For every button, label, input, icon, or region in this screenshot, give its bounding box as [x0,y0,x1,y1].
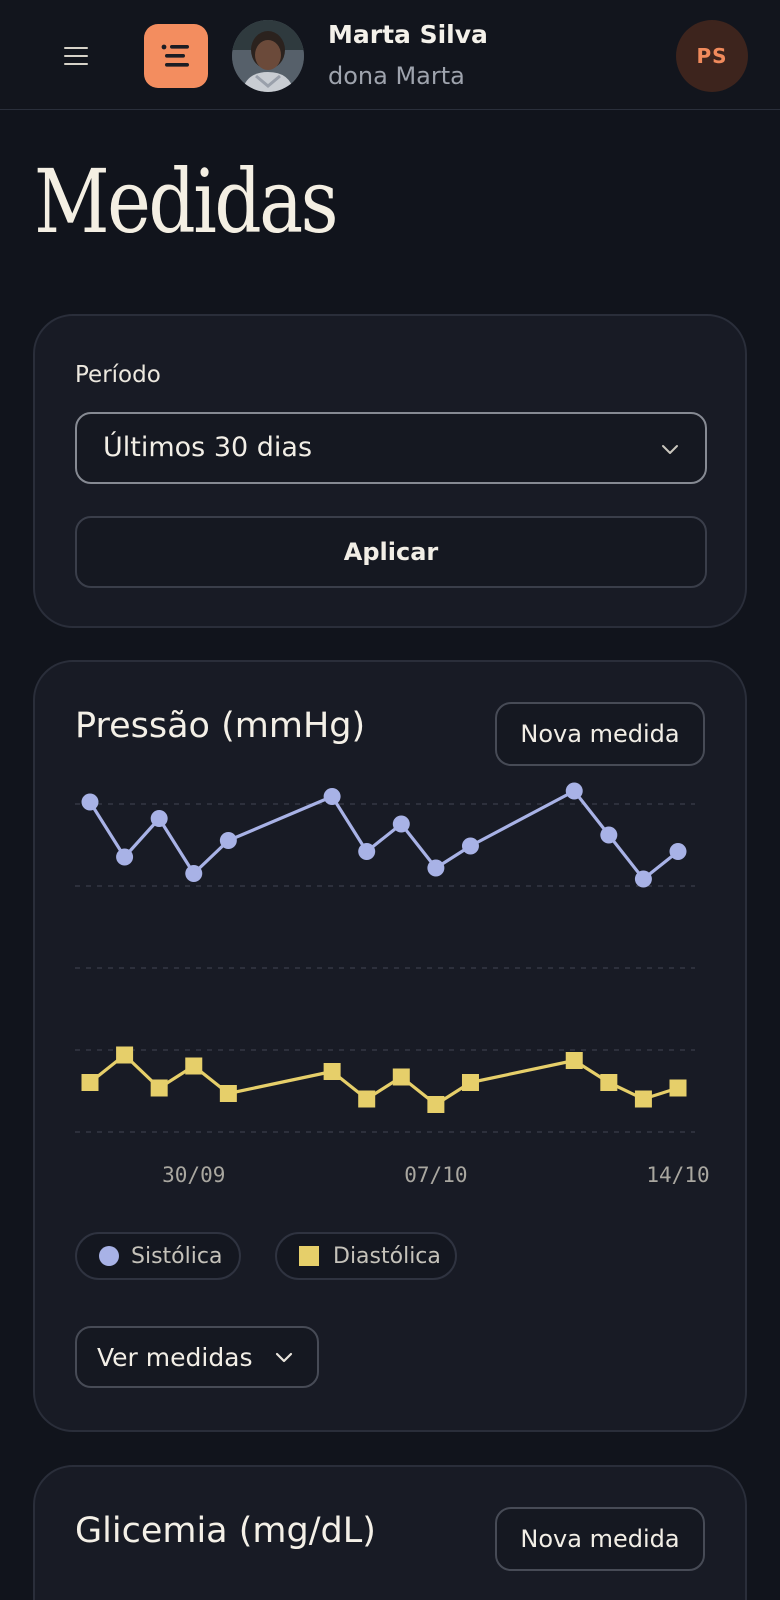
app-logo[interactable] [144,24,208,88]
diastolic-point [600,1074,618,1091]
period-select-value: Últimos 30 dias [103,432,313,463]
systolic-point [185,865,203,882]
new-glycemia-button[interactable]: Nova medida [495,1507,705,1571]
systolic-point [427,859,445,877]
chevron-down-icon [275,1352,292,1363]
diastolic-point [150,1079,168,1097]
legend-systolic[interactable]: Sistólica [75,1232,241,1280]
chevron-down-icon [662,445,678,454]
systolic-point [150,810,168,827]
diastolic-point [669,1079,687,1097]
period-select[interactable]: Últimos 30 dias [75,412,707,484]
diastolic-point [323,1063,341,1080]
glycemia-card: Glicemia (mg/dL) Nova medida [33,1465,747,1600]
x-tick-label: 14/10 [646,1163,709,1187]
diastolic-point [185,1057,203,1075]
diastolic-point [116,1046,134,1064]
period-label: Período [75,362,161,388]
legend-systolic-label: Sistólica [131,1243,223,1269]
systolic-point [669,843,687,860]
diastolic-line [89,1053,679,1107]
menu-icon[interactable] [56,40,96,72]
period-filter-card: Período Últimos 30 dias Aplicar [33,314,747,628]
systolic-point [392,815,410,833]
diastolic-point [565,1052,583,1069]
diastolic-point [461,1074,479,1091]
legend-diastolic[interactable]: Diastólica [275,1232,457,1280]
diastolic-point [219,1085,237,1102]
top-bar: Marta Silva dona Marta PS [0,0,780,110]
systolic-point [461,837,479,855]
diastolic-point [81,1074,99,1091]
systolic-point [600,826,618,844]
systolic-point [323,788,341,805]
view-measurements-label: Ver medidas [97,1342,253,1372]
view-measurements-button[interactable]: Ver medidas [75,1326,319,1388]
diastolic-point [392,1068,410,1086]
apply-button[interactable]: Aplicar [75,516,707,588]
diastolic-swatch [299,1246,319,1266]
diastolic-point [634,1090,652,1108]
systolic-swatch [99,1246,119,1266]
legend-diastolic-label: Diastólica [333,1243,441,1269]
page-title: Medidas [34,150,339,253]
patient-nickname: dona Marta [328,62,465,90]
systolic-point [219,832,237,849]
systolic-point [634,870,652,888]
systolic-point [565,782,583,800]
account-avatar[interactable]: PS [676,20,748,92]
systolic-point [116,848,134,866]
x-tick-label: 07/10 [404,1163,467,1187]
pressure-card: Pressão (mmHg) Nova medida 30/09 07/10 14/… [33,660,747,1432]
x-tick-label: 30/09 [162,1163,225,1187]
glycemia-card-title: Glicemia (mg/dL) [75,1511,376,1551]
diastolic-point [427,1096,445,1113]
systolic-point [358,843,376,860]
pressure-chart: 30/09 07/10 14/10 [75,782,710,1187]
person-photo-icon [232,20,304,92]
list-icon [161,44,189,67]
diastolic-point [358,1090,376,1108]
patient-avatar[interactable] [232,20,304,92]
patient-name: Marta Silva [328,20,488,49]
systolic-point [81,793,99,811]
